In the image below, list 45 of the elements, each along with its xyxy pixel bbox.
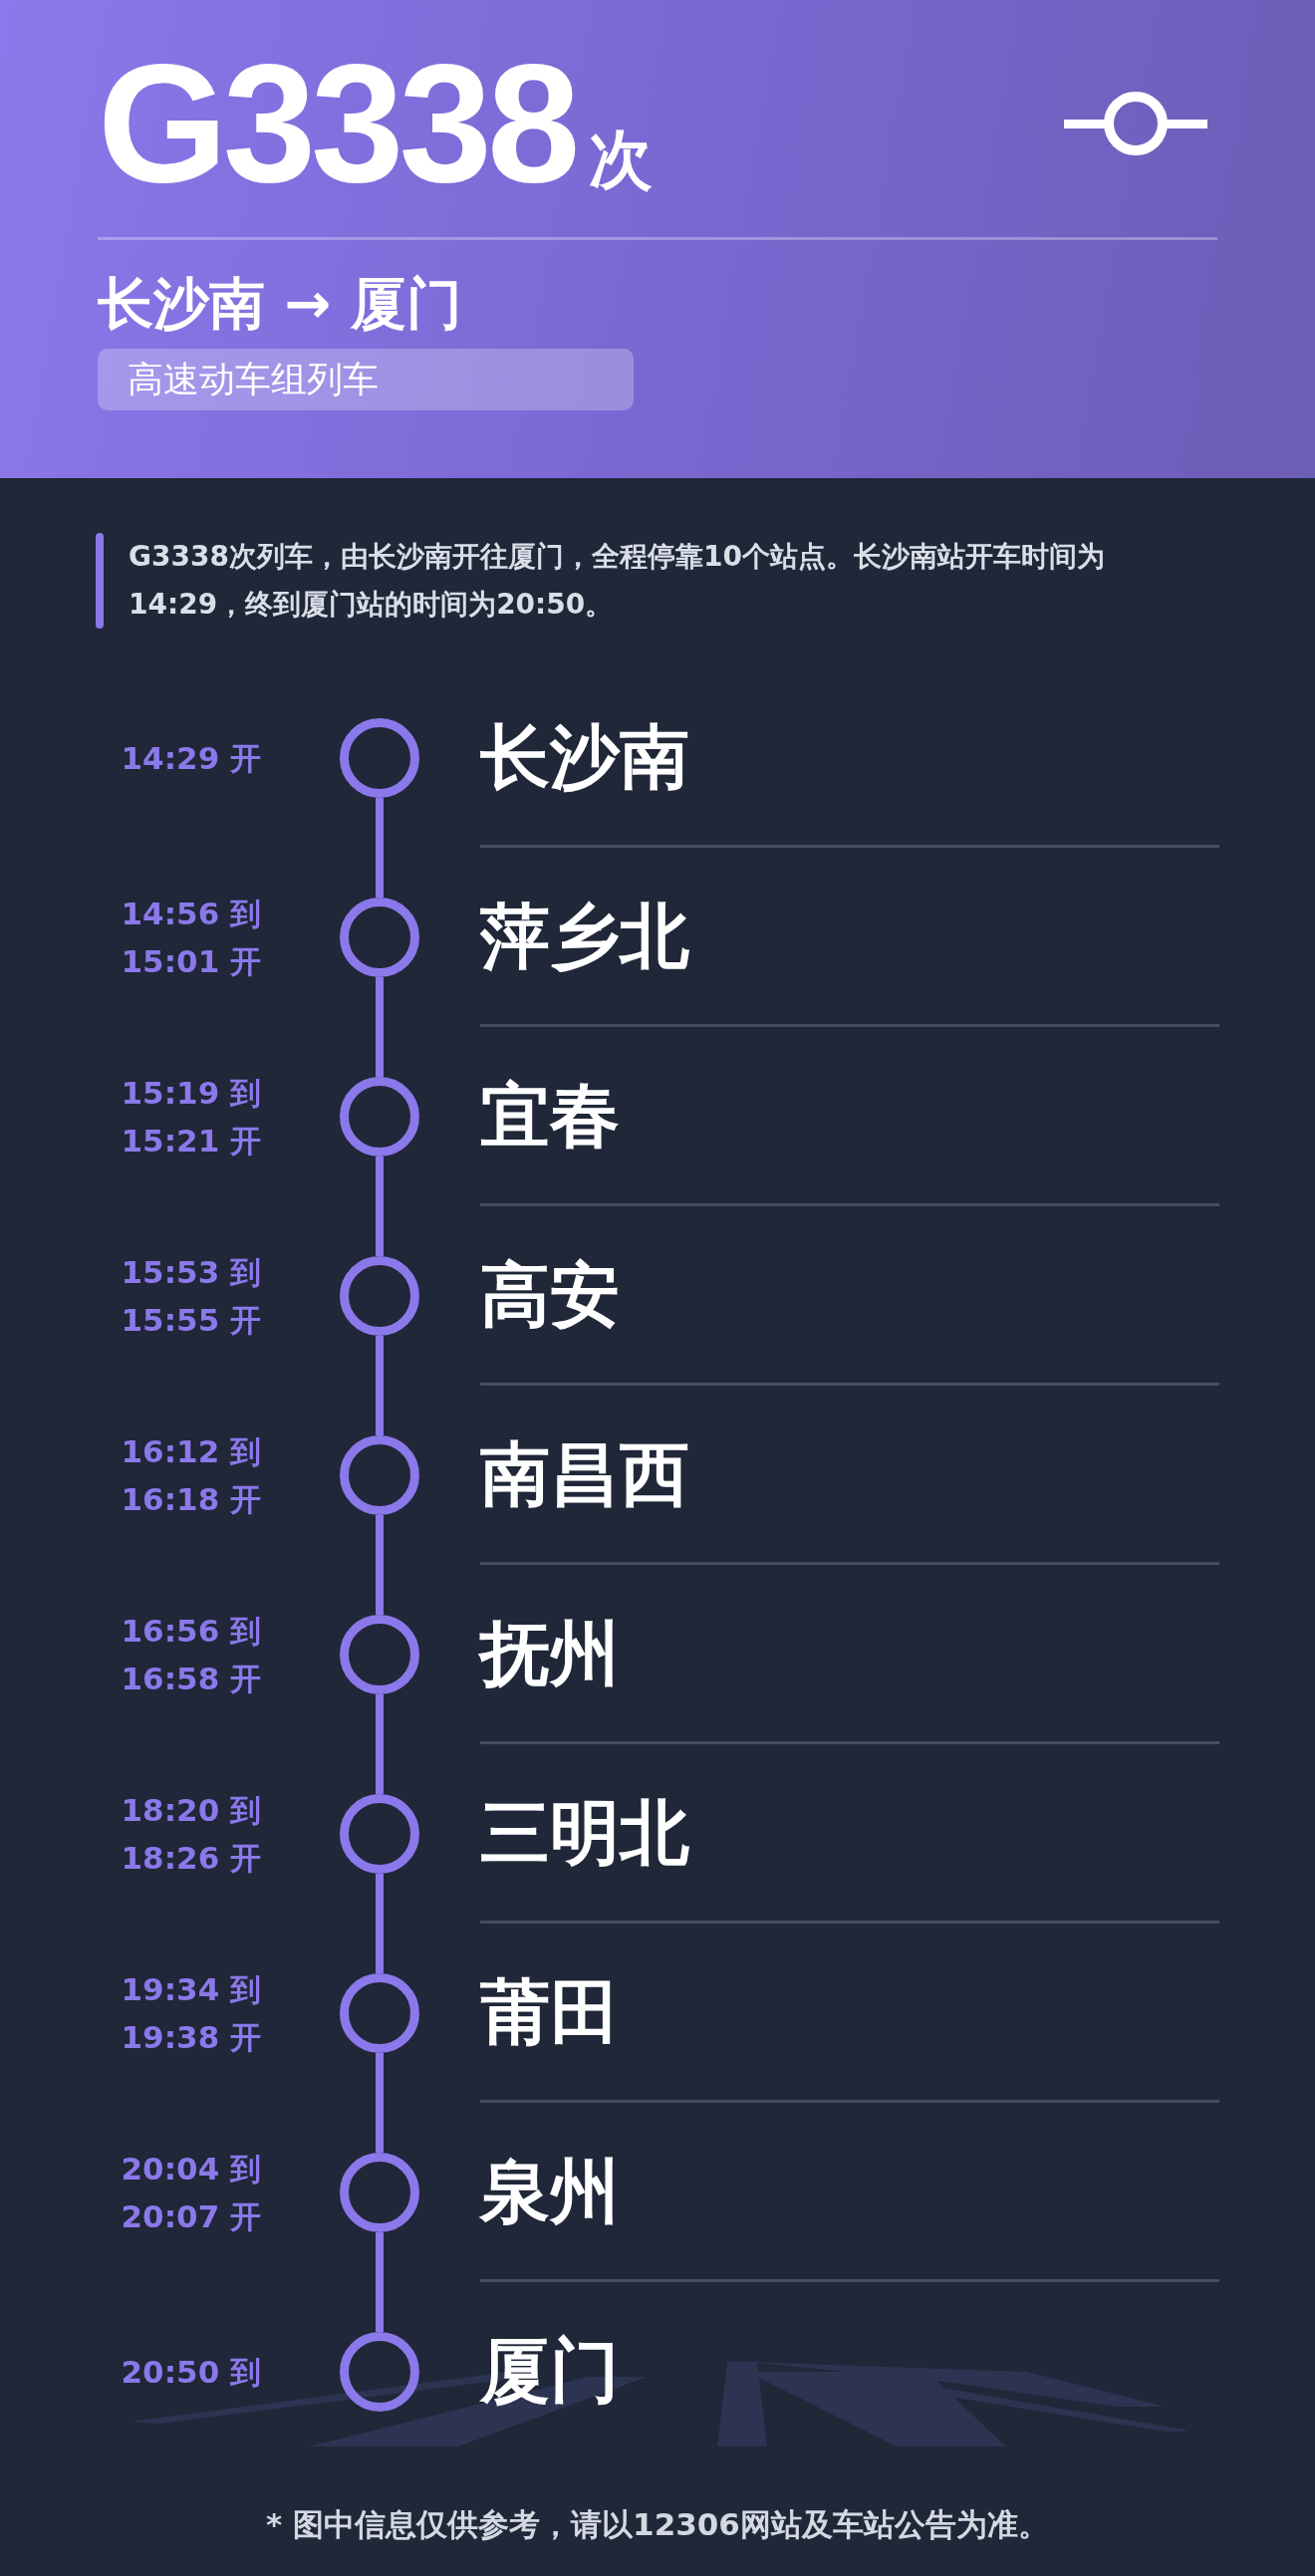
time-text: 18:20 到 xyxy=(121,1791,261,1830)
station-name: 泉州 xyxy=(480,2149,620,2233)
station-circle-icon xyxy=(340,2332,419,2412)
station-circle-icon xyxy=(340,1973,419,2053)
station-circle-icon xyxy=(340,1794,419,1874)
station-circle-icon xyxy=(340,1615,419,1694)
time-text: 16:12 到 xyxy=(121,1432,261,1471)
station-circle-icon xyxy=(340,718,419,798)
station-name: 萍乡北 xyxy=(480,894,689,978)
time-text: 20:50 到 xyxy=(121,2353,261,2392)
station-name: 宜春 xyxy=(480,1073,620,1158)
train-type-label: 高速动车组列车 xyxy=(98,348,634,410)
station-name: 莆田 xyxy=(480,1969,620,2054)
station-circle-icon xyxy=(340,1435,419,1515)
station-name: 抚州 xyxy=(480,1611,620,1695)
time-text: 20:04 到 xyxy=(121,2150,261,2189)
description-text: G3338次列车，由长沙南开往厦门，全程停靠10个站点。长沙南站开车时间为14:29，终到厦门站的时间为20:50。 xyxy=(129,539,1106,623)
route-title: 长沙南 → 厦门 xyxy=(98,271,462,336)
station-name: 三明北 xyxy=(480,1790,689,1875)
time-text: 18:26 开 xyxy=(121,1839,261,1878)
time-text: 16:56 到 xyxy=(121,1612,261,1651)
footnote-text: * 图中信息仅供参考，请以12306网站及车站公告为准。 xyxy=(265,2505,1050,2544)
time-text: 19:34 到 xyxy=(121,1970,261,2009)
time-text: 16:58 开 xyxy=(121,1660,261,1698)
station-name: 南昌西 xyxy=(480,1431,689,1516)
time-text: 19:38 开 xyxy=(121,2018,261,2057)
station-name: 长沙南 xyxy=(480,714,689,799)
time-text: 15:19 到 xyxy=(121,1074,261,1113)
train-suffix: 次 xyxy=(589,122,654,198)
station-name: 高安 xyxy=(480,1252,620,1337)
time-text: 15:55 开 xyxy=(121,1301,261,1340)
time-text: 14:56 到 xyxy=(121,895,261,933)
time-text: 15:53 到 xyxy=(121,1253,261,1292)
time-text: 14:29 开 xyxy=(121,739,261,778)
station-marker-icon xyxy=(1064,90,1207,157)
station-name: 厦门 xyxy=(480,2328,620,2413)
time-text: 16:18 开 xyxy=(121,1480,261,1519)
station-circle-icon xyxy=(340,1077,419,1157)
time-text: 15:21 开 xyxy=(121,1122,261,1160)
station-circle-icon xyxy=(340,898,419,977)
train-number: G3338 xyxy=(98,40,576,207)
station-circle-icon xyxy=(340,1256,419,1336)
station-circle-icon xyxy=(340,2153,419,2232)
time-text: 15:01 开 xyxy=(121,942,261,981)
time-text: 20:07 开 xyxy=(121,2197,261,2236)
